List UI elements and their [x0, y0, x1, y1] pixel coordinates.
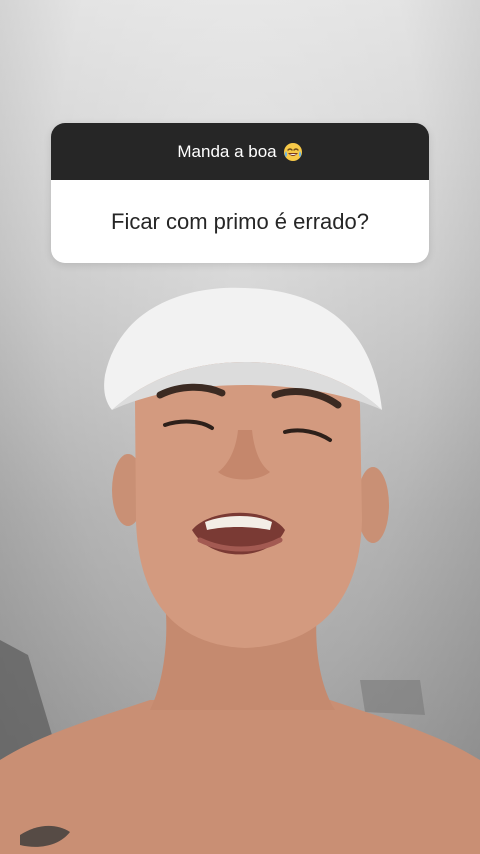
background-object — [360, 680, 425, 715]
question-answer-text: Ficar com primo é errado? — [111, 208, 369, 234]
face-with-tears-of-joy-icon — [283, 142, 302, 161]
story-viewer[interactable]: Manda a boa Ficar com primo é errado? — [0, 0, 480, 854]
question-sticker[interactable]: Manda a boa Ficar com primo é errado? — [51, 123, 429, 263]
question-prompt: Manda a boa — [177, 141, 277, 161]
question-sticker-header: Manda a boa — [51, 123, 429, 180]
right-ear — [357, 467, 389, 543]
question-sticker-body: Ficar com primo é errado? — [51, 180, 429, 263]
torso — [0, 700, 480, 854]
